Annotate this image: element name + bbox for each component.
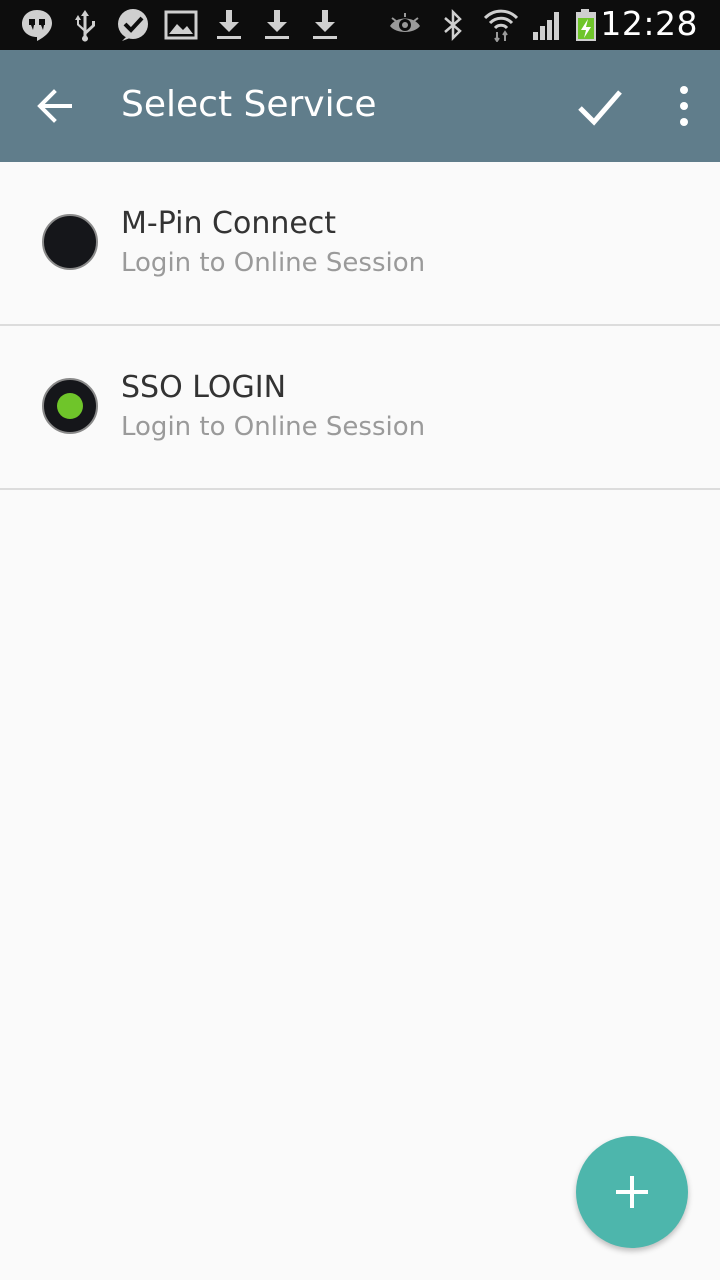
hangouts-icon (20, 8, 54, 42)
page-title: Select Service (121, 84, 377, 125)
clock: 12:28 (600, 4, 698, 43)
selected-dot (57, 393, 83, 419)
status-bar: 12:28 (0, 0, 720, 50)
service-list: M-Pin Connect Login to Online Session SS… (0, 162, 720, 490)
eye-icon (388, 8, 422, 42)
service-item-sso-login[interactable]: SSO LOGIN Login to Online Session (0, 326, 720, 490)
download-icon (260, 8, 294, 42)
radio-button-unselected[interactable] (42, 214, 98, 270)
battery-charging-icon (570, 8, 604, 42)
more-options-icon[interactable] (664, 82, 704, 130)
service-subtitle: Login to Online Session (121, 248, 426, 278)
signal-icon (530, 8, 564, 42)
service-title: M-Pin Connect (121, 206, 337, 241)
radio-button-selected[interactable] (42, 378, 98, 434)
add-service-button[interactable] (576, 1136, 688, 1248)
plus-icon (616, 1176, 648, 1208)
download-icon (212, 8, 246, 42)
confirm-check-icon[interactable] (574, 80, 626, 132)
download-icon (308, 8, 342, 42)
wifi-icon (484, 8, 518, 42)
gallery-icon (164, 8, 198, 42)
check-message-icon (116, 8, 150, 42)
bluetooth-icon (436, 8, 470, 42)
service-subtitle: Login to Online Session (121, 412, 426, 442)
service-item-mpin-connect[interactable]: M-Pin Connect Login to Online Session (0, 162, 720, 326)
back-arrow-icon[interactable] (34, 84, 78, 128)
usb-icon (68, 8, 102, 42)
app-bar: Select Service (0, 50, 720, 162)
service-title: SSO LOGIN (121, 370, 287, 405)
